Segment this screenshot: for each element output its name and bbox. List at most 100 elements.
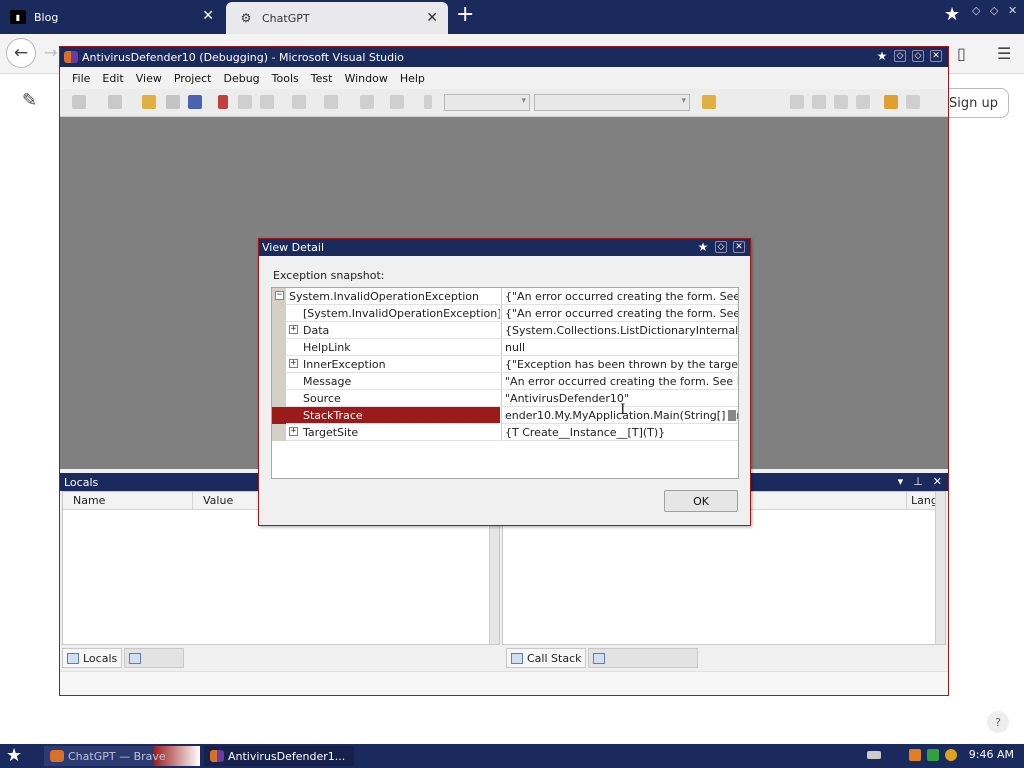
row-gutter xyxy=(272,407,286,424)
navigate-forward-icon[interactable] xyxy=(390,95,404,109)
new-tab-button[interactable]: + xyxy=(456,4,474,26)
menu-window[interactable]: Window xyxy=(338,72,393,85)
show-next-statement-icon[interactable] xyxy=(884,95,898,109)
network-icon[interactable] xyxy=(926,748,939,761)
star-icon: ★ xyxy=(697,240,709,254)
new-project-icon[interactable] xyxy=(72,95,86,109)
tab-immediate[interactable] xyxy=(588,648,699,668)
search-icon[interactable] xyxy=(944,748,957,761)
tab-chatgpt[interactable]: ⚙ ChatGPT ✕ xyxy=(226,2,448,34)
vs-title: AntivirusDefender10 (Debugging) - Micros… xyxy=(82,50,404,64)
menu-file[interactable]: File xyxy=(66,72,96,85)
navigate-back-icon[interactable] xyxy=(360,95,374,109)
property-value: {"An error occurred creating the form. S… xyxy=(501,305,738,322)
menu-help[interactable]: Help xyxy=(394,72,431,85)
taskbar-item-vs[interactable]: AntivirusDefender1... xyxy=(204,746,354,766)
expand-icon[interactable]: + xyxy=(289,359,298,368)
tray-app-icon[interactable] xyxy=(908,748,921,761)
copy-icon[interactable] xyxy=(238,95,252,109)
close-icon[interactable]: ✕ xyxy=(933,475,942,488)
continue-icon[interactable] xyxy=(790,95,804,109)
vs-app-icon xyxy=(64,51,78,63)
find-in-files-icon[interactable] xyxy=(702,95,716,109)
menu-project[interactable]: Project xyxy=(168,72,218,85)
ellipsis-button[interactable] xyxy=(728,410,736,421)
stop-debugging-icon[interactable] xyxy=(834,95,848,109)
column-name[interactable]: Name xyxy=(63,492,193,510)
tab-blog[interactable]: ▮ Blog ✕ xyxy=(0,0,224,34)
add-item-icon[interactable] xyxy=(108,95,122,109)
maximize-icon[interactable]: ◇ xyxy=(912,50,924,62)
menu-debug[interactable]: Debug xyxy=(217,72,265,85)
close-tab-icon[interactable]: ✕ xyxy=(202,9,214,23)
pin-icon[interactable]: ⊥ xyxy=(913,475,923,488)
step-into-icon[interactable] xyxy=(906,95,920,109)
grid-row[interactable]: Source "AntivirusDefender10" xyxy=(272,390,738,407)
row-gutter xyxy=(272,424,286,441)
collapse-icon[interactable]: − xyxy=(275,291,284,300)
grid-row[interactable]: InnerException + {"Exception has been th… xyxy=(272,356,738,373)
start-star-icon[interactable]: ★ xyxy=(6,745,22,766)
grid-row[interactable]: TargetSite + {T Create__Instance__[T](T)… xyxy=(272,424,738,441)
undo-icon[interactable] xyxy=(292,95,306,109)
taskbar-item-browser[interactable]: ChatGPT — Brave xyxy=(44,746,200,766)
grid-row[interactable]: Data + {System.Collections.ListDictionar… xyxy=(272,322,738,339)
column-language[interactable]: Langu xyxy=(907,492,945,510)
menu-tools[interactable]: Tools xyxy=(266,72,305,85)
grid-row[interactable]: − System.InvalidOperationException {"An … xyxy=(272,288,738,305)
grid-row[interactable]: HelpLink null xyxy=(272,339,738,356)
maximize-icon[interactable]: ◇ xyxy=(715,241,727,253)
close-tab-icon[interactable]: ✕ xyxy=(426,11,438,25)
tab-locals[interactable]: Locals xyxy=(62,648,123,668)
star-icon: ★ xyxy=(876,49,888,63)
dropdown-icon[interactable]: ▾ xyxy=(898,475,904,488)
forward-arrow-icon[interactable]: → xyxy=(44,43,57,62)
close-icon[interactable]: ✕ xyxy=(930,50,942,62)
start-icon[interactable] xyxy=(424,95,432,109)
platform-select[interactable] xyxy=(534,94,690,111)
grid-row-selected[interactable]: StackTrace ender10.My.MyApplication.Main… xyxy=(272,407,738,424)
redo-icon[interactable] xyxy=(324,95,338,109)
paste-icon[interactable] xyxy=(260,95,274,109)
grid-row[interactable]: Message "An error occurred creating the … xyxy=(272,373,738,390)
expand-icon[interactable]: + xyxy=(289,427,298,436)
break-all-icon[interactable] xyxy=(812,95,826,109)
help-icon[interactable]: ? xyxy=(987,711,1009,733)
ok-button[interactable]: OK xyxy=(664,490,738,512)
locals-icon xyxy=(67,652,79,664)
sidebar-icon[interactable]: ▯ xyxy=(957,44,966,63)
menu-icon[interactable]: ☰ xyxy=(997,44,1011,63)
blog-favicon-icon: ▮ xyxy=(10,10,26,24)
tab-call-stack[interactable]: Call Stack xyxy=(506,648,587,668)
bottom-tabs-right: Call Stack xyxy=(506,647,700,669)
property-name: StackTrace xyxy=(286,407,500,424)
open-file-icon[interactable] xyxy=(142,95,156,109)
maximize-icon[interactable]: ◇ xyxy=(990,4,998,17)
menu-view[interactable]: View xyxy=(130,72,168,85)
property-name: TargetSite xyxy=(286,424,500,441)
save-icon[interactable] xyxy=(166,95,180,109)
menu-test[interactable]: Test xyxy=(305,72,339,85)
vertical-scrollbar[interactable] xyxy=(935,492,945,644)
minimize-icon[interactable]: ◇ xyxy=(972,4,980,17)
vs-status-area xyxy=(60,671,948,695)
text-cursor-icon: I xyxy=(620,402,626,418)
expand-icon[interactable]: + xyxy=(289,325,298,334)
close-icon[interactable]: ✕ xyxy=(733,241,745,253)
tab-call-stack-label: Call Stack xyxy=(527,651,582,665)
menu-edit[interactable]: Edit xyxy=(96,72,129,85)
immediate-icon xyxy=(593,652,606,664)
restart-icon[interactable] xyxy=(856,95,870,109)
close-window-icon[interactable]: ✕ xyxy=(1008,4,1017,17)
minimize-icon[interactable]: ◇ xyxy=(894,50,906,62)
keyboard-icon[interactable] xyxy=(866,750,881,759)
back-arrow-icon[interactable]: ← xyxy=(6,38,36,68)
tab-watch[interactable] xyxy=(124,648,185,668)
grid-row[interactable]: [System.InvalidOperationException] {"An … xyxy=(272,305,738,322)
solution-config-select[interactable] xyxy=(444,94,530,111)
vs-toolbar xyxy=(60,89,948,117)
save-all-icon[interactable] xyxy=(188,95,202,109)
edit-icon[interactable]: ✎ xyxy=(22,90,37,111)
property-value: null xyxy=(501,339,738,356)
cut-icon[interactable] xyxy=(218,95,228,109)
